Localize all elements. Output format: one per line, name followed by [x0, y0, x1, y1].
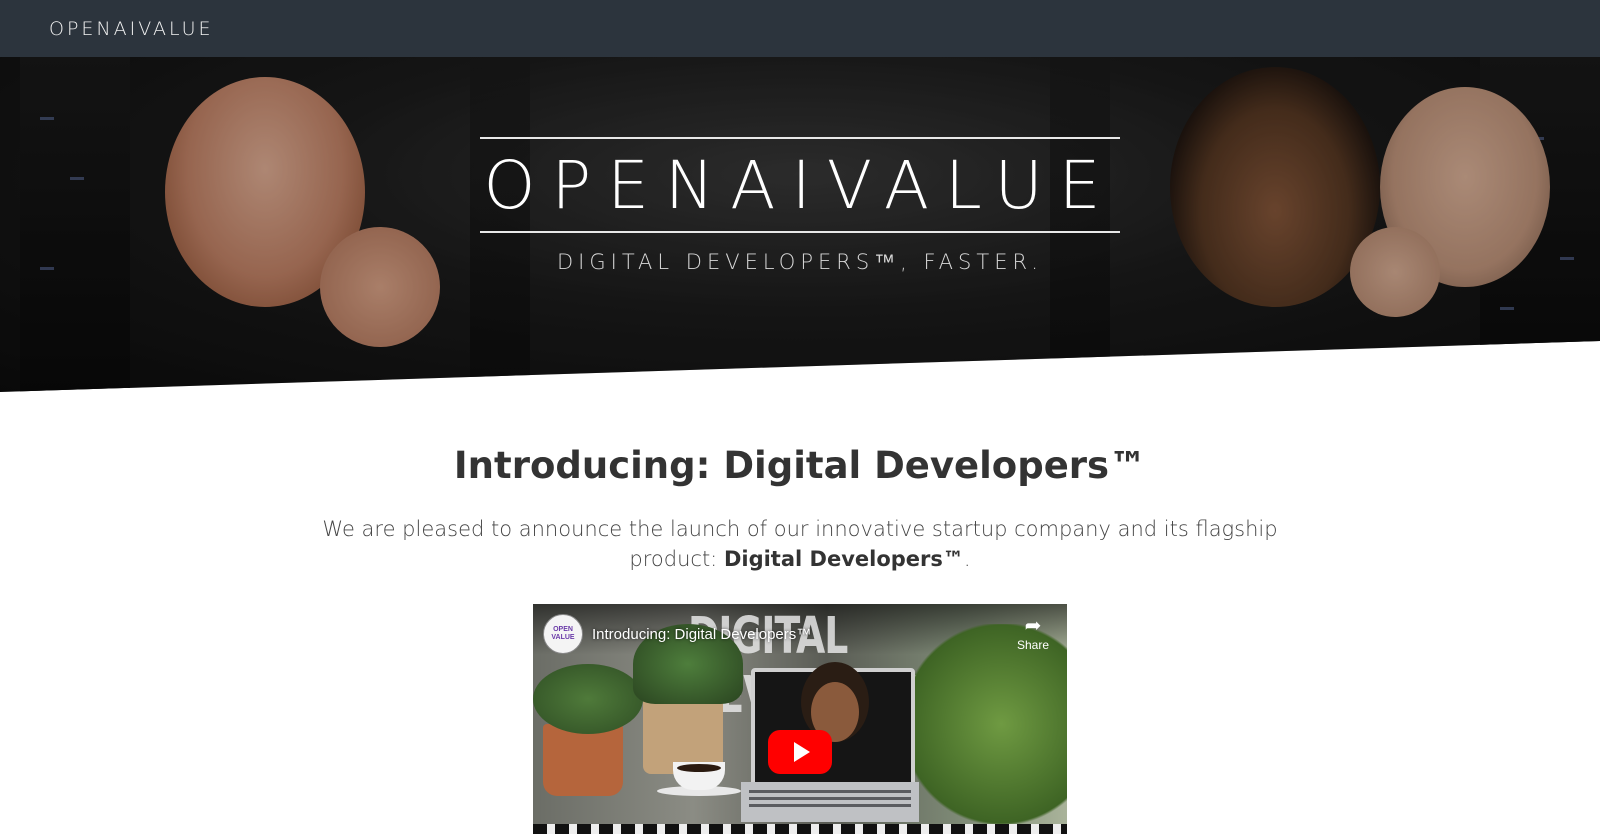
- keyboard-row: [749, 797, 911, 800]
- fern-image: [903, 624, 1067, 824]
- striped-cloth-image: [533, 824, 1067, 834]
- share-label: Share: [1016, 638, 1050, 652]
- laptop-keyboard-image: [741, 782, 919, 822]
- coffee-cup-image: [673, 762, 725, 790]
- plant-pot-image: [543, 724, 623, 796]
- hero-banner: OPENAIVALUE DIGITAL DEVELOPERS™, FASTER.: [0, 57, 1600, 392]
- video-embed[interactable]: DIGITAL DEVELOPERS™ OPEN VALUE Introduci…: [533, 604, 1067, 834]
- video-title[interactable]: Introducing: Digital Developers™: [592, 626, 811, 643]
- nav-logo[interactable]: OPENAIVALUE: [49, 18, 214, 40]
- hero-tagline: DIGITAL DEVELOPERS™, FASTER.: [557, 250, 1043, 274]
- play-icon: [794, 742, 810, 762]
- keyboard-row: [749, 790, 911, 793]
- hero-title: OPENAIVALUE: [483, 146, 1117, 224]
- coffee-image: [677, 764, 721, 772]
- navbar: OPENAIVALUE: [0, 0, 1600, 57]
- play-button[interactable]: [768, 730, 832, 774]
- keyboard-row: [749, 804, 911, 807]
- share-arrow-icon: ➦: [1024, 615, 1042, 637]
- intro-text-suffix: .: [963, 547, 971, 571]
- share-button[interactable]: ➦ Share: [1015, 614, 1051, 652]
- channel-logo[interactable]: OPEN VALUE: [543, 614, 583, 654]
- plant-image: [533, 664, 643, 734]
- hero-title-box: OPENAIVALUE: [480, 137, 1120, 233]
- intro-heading: Introducing: Digital Developers™: [453, 444, 1147, 487]
- intro-paragraph: We are pleased to announce the launch of…: [290, 514, 1310, 574]
- intro-text-product: Digital Developers™: [723, 547, 964, 571]
